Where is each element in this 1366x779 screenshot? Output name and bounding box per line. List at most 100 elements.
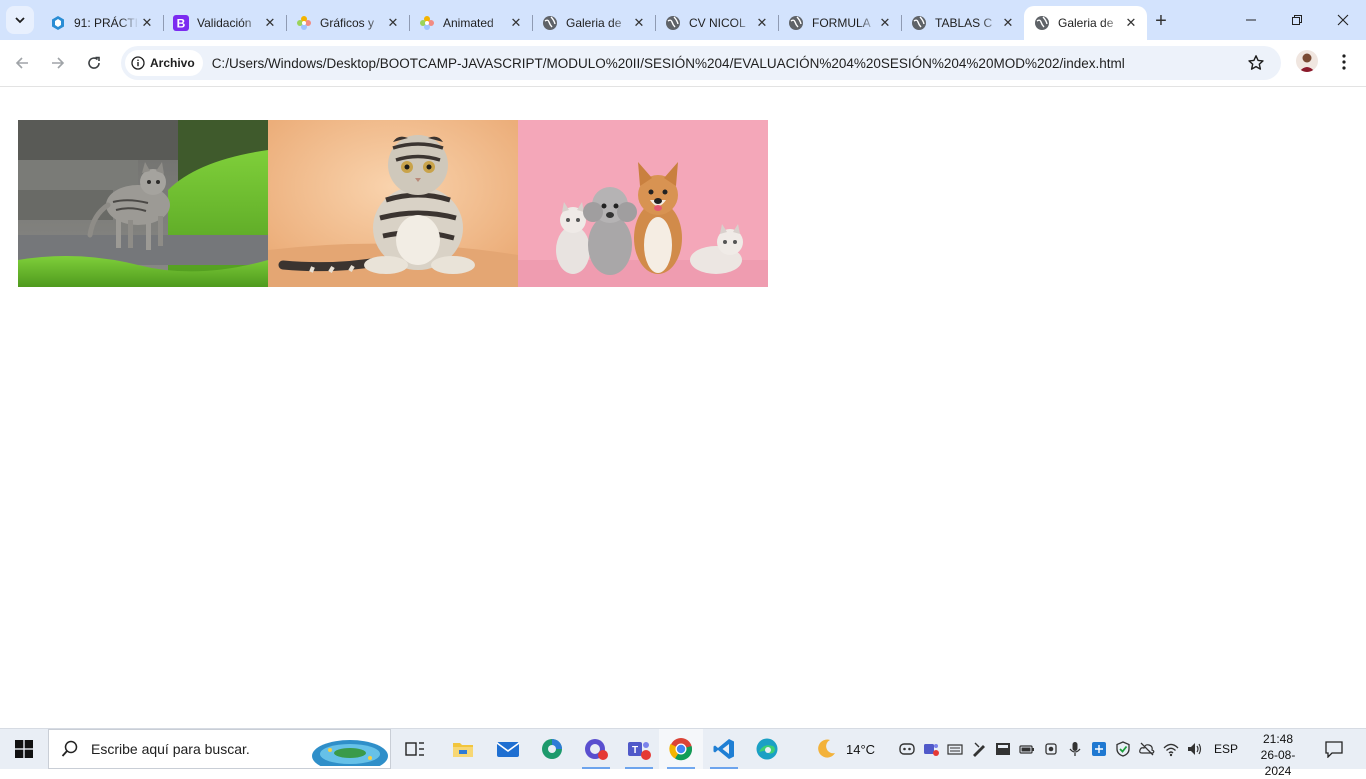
tab-9-active[interactable]: Galeria de ✕ bbox=[1024, 6, 1147, 40]
flower-icon bbox=[296, 15, 312, 31]
back-button[interactable] bbox=[8, 49, 36, 77]
file-explorer-button[interactable] bbox=[441, 729, 485, 769]
tab-title: Gráficos y bbox=[320, 16, 375, 30]
bootstrap-icon: B bbox=[173, 15, 189, 31]
clock[interactable]: 21:48 26-08-2024 bbox=[1250, 731, 1306, 779]
close-icon[interactable]: ✕ bbox=[877, 15, 893, 31]
reload-icon bbox=[88, 56, 100, 69]
edge-dev-button[interactable] bbox=[530, 729, 574, 769]
notification-center-button[interactable] bbox=[1312, 729, 1356, 769]
mail-icon bbox=[496, 742, 520, 757]
forward-button[interactable] bbox=[44, 49, 72, 77]
network-app-tray-icon[interactable] bbox=[1091, 741, 1107, 757]
start-button[interactable] bbox=[2, 729, 46, 769]
edge-button[interactable] bbox=[745, 729, 789, 769]
globe-icon bbox=[1034, 15, 1050, 31]
minimize-button[interactable] bbox=[1228, 0, 1274, 40]
image-gallery bbox=[18, 120, 768, 287]
tab-5[interactable]: Galeria de ✕ bbox=[532, 6, 655, 40]
reload-button[interactable] bbox=[80, 49, 108, 77]
app-tray-icon[interactable] bbox=[995, 741, 1011, 757]
search-icon bbox=[61, 740, 78, 757]
camera-tray-icon[interactable] bbox=[1043, 741, 1059, 757]
close-window-button[interactable] bbox=[1320, 0, 1366, 40]
tab-1[interactable]: 91: PRÁCTICA ✕ bbox=[40, 6, 163, 40]
onedrive-off-tray-icon[interactable] bbox=[1139, 741, 1155, 757]
task-view-icon bbox=[405, 742, 424, 756]
keyboard-tray-icon[interactable] bbox=[947, 741, 963, 757]
tab-strip: 91: PRÁCTICA ✕ B Validación ✕ Gráficos y… bbox=[0, 0, 1366, 40]
chrome-button[interactable] bbox=[659, 729, 703, 769]
tab-title: 91: PRÁCTICA bbox=[74, 16, 139, 30]
mail-button[interactable] bbox=[486, 729, 530, 769]
address-bar[interactable]: Archivo C:/Users/Windows/Desktop/BOOTCAM… bbox=[121, 46, 1281, 80]
tab-title: FORMULA bbox=[812, 16, 871, 30]
vscode-icon bbox=[713, 739, 734, 759]
svg-text:T: T bbox=[632, 745, 638, 756]
restore-button[interactable] bbox=[1274, 0, 1320, 40]
tab-title: Galeria de bbox=[1058, 16, 1114, 30]
gallery-image-pets-pink bbox=[518, 120, 768, 287]
volume-tray-icon[interactable] bbox=[1187, 741, 1203, 757]
task-view-button[interactable] bbox=[393, 729, 437, 769]
microphone-tray-icon[interactable] bbox=[1067, 741, 1083, 757]
notification-icon bbox=[1325, 741, 1343, 758]
tab-title: Galeria de bbox=[566, 16, 622, 30]
tab-list: 91: PRÁCTICA ✕ B Validación ✕ Gráficos y… bbox=[40, 6, 1147, 40]
flower-icon bbox=[419, 15, 435, 31]
security-shield-tray-icon[interactable] bbox=[1115, 741, 1131, 757]
tab-2[interactable]: B Validación ✕ bbox=[163, 6, 286, 40]
chevron-down-icon bbox=[15, 17, 25, 24]
avatar-icon bbox=[1299, 53, 1315, 72]
tab-6[interactable]: CV NICOL ✕ bbox=[655, 6, 778, 40]
close-icon[interactable]: ✕ bbox=[1123, 15, 1139, 31]
chat-app-button[interactable] bbox=[574, 729, 618, 769]
teams-button[interactable]: T bbox=[617, 729, 661, 769]
search-highlight-illustration-icon bbox=[312, 740, 388, 766]
globe-icon bbox=[542, 15, 558, 31]
windows-logo-icon bbox=[15, 740, 33, 758]
teams-icon: T bbox=[628, 742, 651, 760]
profile-avatar[interactable] bbox=[1296, 50, 1318, 72]
tab-4[interactable]: Animated ✕ bbox=[409, 6, 532, 40]
globe-icon bbox=[788, 15, 804, 31]
close-icon[interactable]: ✕ bbox=[631, 15, 647, 31]
bookmark-star-icon[interactable] bbox=[1247, 54, 1265, 72]
new-tab-button[interactable]: + bbox=[1150, 10, 1172, 32]
close-icon[interactable]: ✕ bbox=[508, 15, 524, 31]
tab-search-button[interactable] bbox=[6, 6, 34, 34]
tab-8[interactable]: TABLAS C ✕ bbox=[901, 6, 1024, 40]
vscode-button[interactable] bbox=[702, 729, 746, 769]
taskbar-search-box[interactable]: Escribe aquí para buscar. bbox=[48, 729, 391, 769]
site-info-label: Archivo bbox=[150, 56, 195, 70]
windows-taskbar: Escribe aquí para buscar. T 14°C ESP 21:… bbox=[0, 728, 1366, 778]
folder-icon bbox=[453, 743, 473, 757]
browser-menu-button[interactable] bbox=[1336, 52, 1352, 72]
close-icon[interactable]: ✕ bbox=[1000, 15, 1016, 31]
clock-date: 26-08-2024 bbox=[1260, 748, 1296, 778]
site-info-chip[interactable]: Archivo bbox=[125, 50, 203, 76]
language-indicator[interactable]: ESP bbox=[1214, 742, 1238, 756]
battery-tray-icon[interactable] bbox=[1019, 741, 1035, 757]
tab-title: CV NICOL bbox=[689, 16, 746, 30]
close-icon[interactable]: ✕ bbox=[139, 15, 155, 31]
gallery-image-kitten-grass bbox=[18, 120, 268, 287]
weather-moon-icon[interactable] bbox=[814, 737, 838, 761]
close-icon[interactable]: ✕ bbox=[754, 15, 770, 31]
tab-3[interactable]: Gráficos y ✕ bbox=[286, 6, 409, 40]
wifi-tray-icon[interactable] bbox=[1163, 741, 1179, 757]
arrow-left-icon bbox=[15, 57, 28, 69]
search-placeholder: Escribe aquí para buscar. bbox=[91, 741, 250, 757]
url-text[interactable]: C:/Users/Windows/Desktop/BOOTCAMP-JAVASC… bbox=[212, 56, 1125, 71]
tab-title: Animated bbox=[443, 16, 494, 30]
discord-tray-icon[interactable] bbox=[899, 741, 915, 757]
tab-7[interactable]: FORMULA ✕ bbox=[778, 6, 901, 40]
close-icon[interactable]: ✕ bbox=[262, 15, 278, 31]
tab-title: TABLAS C bbox=[935, 16, 993, 30]
weather-temperature[interactable]: 14°C bbox=[846, 742, 875, 757]
close-icon[interactable]: ✕ bbox=[385, 15, 401, 31]
info-icon bbox=[131, 56, 145, 70]
svg-text:B: B bbox=[177, 17, 186, 31]
pen-tray-icon[interactable] bbox=[971, 741, 987, 757]
teams-tray-icon[interactable] bbox=[923, 741, 939, 757]
